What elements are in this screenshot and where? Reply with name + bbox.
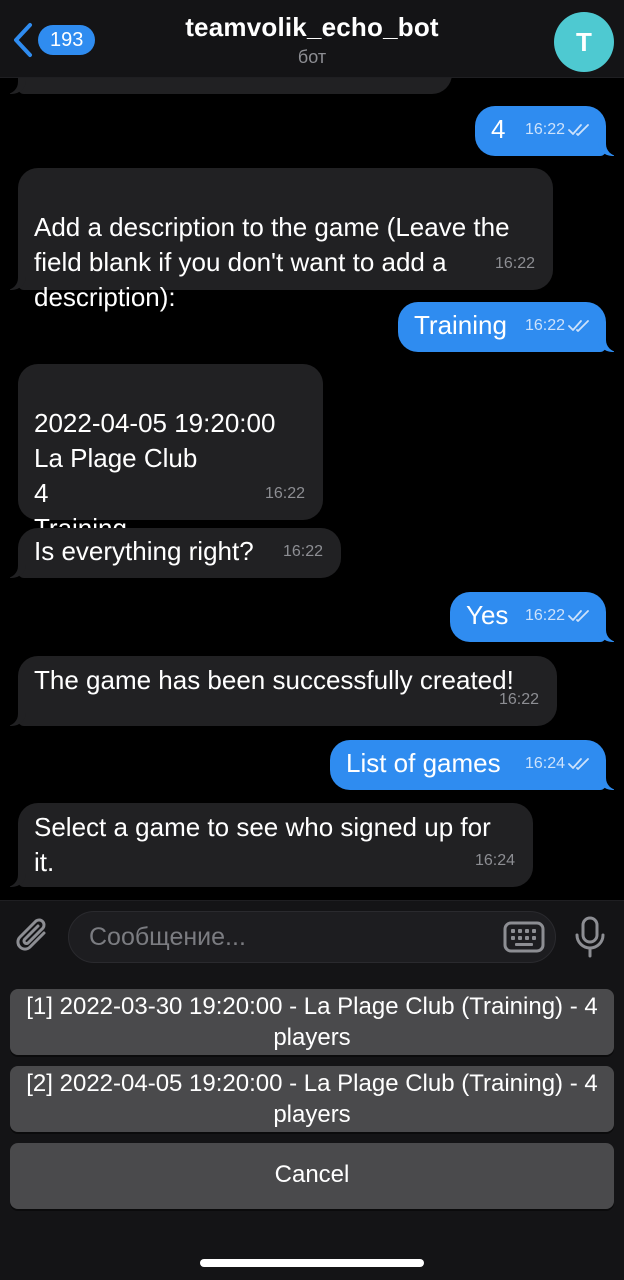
paperclip-icon[interactable] <box>14 915 54 959</box>
double-check-icon <box>568 123 589 136</box>
message-time: 16:22 <box>525 308 592 343</box>
message-input[interactable]: Сообщение... <box>68 911 556 963</box>
message-text: Add a description to the game (Leave the… <box>34 212 510 312</box>
message-time: 16:22 <box>525 598 592 633</box>
message-bubble-outgoing: List of games 16:24 <box>330 740 620 790</box>
double-check-icon <box>568 757 589 770</box>
message-text: List of games <box>346 748 501 778</box>
message-time: 16:24 <box>474 852 515 869</box>
microphone-icon[interactable] <box>574 915 606 959</box>
avatar[interactable]: T <box>554 12 614 72</box>
message-text: Is everything right? <box>34 536 254 566</box>
chat-history[interactable]: 16:22 4 16:22 Add a description to the g… <box>0 0 624 900</box>
message-bubble-outgoing: Training 16:22 <box>398 302 620 352</box>
keyboard-button-cancel[interactable]: Cancel <box>10 1143 614 1209</box>
message-time: 16:22 <box>494 255 535 272</box>
message-bubble-incoming: 2022-04-05 19:20:00 La Plage Club 4 Trai… <box>18 364 323 543</box>
message-bubble-outgoing: 4 16:22 <box>475 106 620 156</box>
keyboard-button-game-1[interactable]: [1] 2022-03-30 19:20:00 - La Plage Club … <box>10 989 614 1055</box>
home-indicator[interactable] <box>200 1259 424 1267</box>
message-time: 16:22 <box>264 485 305 502</box>
double-check-icon <box>568 319 589 332</box>
message-text: 2022-04-05 19:20:00 La Plage Club 4 Trai… <box>34 408 276 543</box>
message-input-placeholder: Сообщение... <box>89 923 246 951</box>
message-text: The game has been successfully created! <box>34 665 514 695</box>
message-bubble-incoming: Add a description to the game (Leave the… <box>4 168 553 312</box>
message-time: 16:22 <box>498 691 539 708</box>
chat-title: teamvolik_echo_bot <box>185 12 439 42</box>
message-time: 16:22 <box>282 543 323 560</box>
message-text: 4 <box>491 114 506 144</box>
message-text: Yes <box>466 600 509 630</box>
chat-title-block[interactable]: teamvolik_echo_bot бот <box>0 12 624 68</box>
message-time: 16:24 <box>525 746 592 781</box>
keyboard-button-game-2[interactable]: [2] 2022-04-05 19:20:00 - La Plage Club … <box>10 1066 614 1132</box>
message-bubble-incoming: Is everything right? 16:22 <box>4 528 341 578</box>
message-text: Select a game to see who signed up for i… <box>34 812 491 877</box>
message-bubble-incoming: The game has been successfully created! … <box>4 656 557 726</box>
message-bubble-incoming: Select a game to see who signed up for i… <box>4 803 533 887</box>
message-time: 16:22 <box>525 112 592 147</box>
message-input-bar: Сообщение... <box>0 900 624 972</box>
bot-reply-keyboard: [1] 2022-03-30 19:20:00 - La Plage Club … <box>0 972 624 1280</box>
keyboard-icon[interactable] <box>503 920 545 954</box>
chat-header: 193 teamvolik_echo_bot бот T <box>0 0 624 78</box>
message-bubble-outgoing: Yes 16:22 <box>450 592 620 642</box>
double-check-icon <box>568 609 589 622</box>
message-text: Training <box>414 310 507 340</box>
chat-subtitle: бот <box>297 47 327 67</box>
